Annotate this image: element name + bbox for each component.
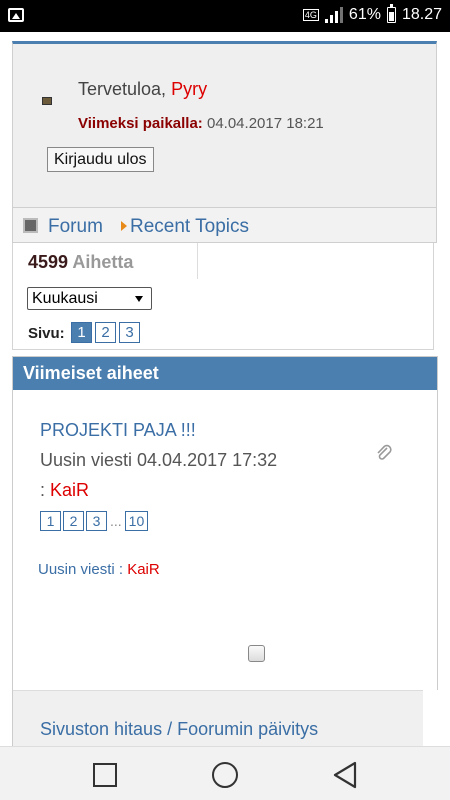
gallery-icon [8, 8, 24, 22]
greeting: Tervetuloa, Pyry [78, 79, 207, 100]
logout-button[interactable]: Kirjaudu ulos [47, 147, 154, 172]
divider [197, 243, 198, 279]
topics-stats: 4599 Aihetta Kuukausi Sivu: 1 2 3 [12, 243, 434, 350]
greeting-text: Tervetuloa, [78, 79, 167, 99]
period-select[interactable]: Kuukausi [27, 287, 152, 310]
system-navigation-bar [0, 746, 450, 800]
topic-author-line: : KaiR [40, 480, 89, 501]
triangle-left-outline-icon[interactable] [332, 761, 358, 789]
page-link-2[interactable]: 2 [95, 322, 116, 343]
page-link-3[interactable]: 3 [119, 322, 140, 343]
topic-page-link-1[interactable]: 1 [40, 511, 61, 531]
topic-pagination: 1 2 3 ... 10 [40, 511, 149, 531]
battery-percent: 61% [348, 6, 381, 23]
topic-author-prefix: : [40, 480, 46, 500]
breadcrumb: Forum Recent Topics [12, 207, 437, 243]
battery-icon [386, 4, 396, 23]
breadcrumb-recent-topics-link[interactable]: Recent Topics [130, 216, 249, 238]
battery-fill [388, 12, 394, 21]
page-label: Sivu: [28, 325, 65, 342]
topic-pagination-ellipsis: ... [110, 513, 122, 529]
topic-row: Sivuston hitaus / Foorumin päivitys [13, 690, 423, 746]
topic-author-link[interactable]: KaiR [50, 480, 89, 500]
select-checkbox[interactable] [248, 645, 265, 662]
topic-page-link-2[interactable]: 2 [63, 511, 84, 531]
breadcrumb-forum-link[interactable]: Forum [48, 216, 103, 238]
latest-topics-header: Viimeiset aiheet [13, 357, 437, 390]
latest-topics-panel: Viimeiset aiheet PROJEKTI PAJA !!! Uusin… [12, 356, 439, 746]
last-post-label: Uusin viesti : [38, 561, 124, 578]
last-post-line: Uusin viesti : KaiR [38, 561, 160, 578]
paperclip-icon [377, 444, 392, 460]
signal-icon [324, 7, 343, 23]
page-link-1[interactable]: 1 [71, 322, 92, 343]
status-bar-right: 4G 61% 18.27 [302, 4, 442, 24]
pagination: 1 2 3 [71, 322, 140, 343]
topic-title-link[interactable]: PROJEKTI PAJA !!! [40, 420, 196, 441]
topic-title-link-2[interactable]: Sivuston hitaus / Foorumin päivitys [40, 719, 318, 740]
topic-page-link-last[interactable]: 10 [124, 511, 149, 531]
last-visit-label: Viimeksi paikalla: [78, 115, 203, 132]
triangle-right-icon [121, 221, 127, 231]
square-outline-icon[interactable] [93, 763, 117, 787]
topic-count-value: 4599 [28, 252, 69, 272]
avatar[interactable] [42, 97, 52, 105]
topic-page-link-3[interactable]: 3 [86, 511, 107, 531]
circle-outline-icon[interactable] [212, 762, 238, 788]
network-type: 4G [302, 9, 319, 21]
square-icon [23, 218, 38, 233]
topic-count-unit: Aihetta [72, 252, 134, 272]
status-bar: 4G 61% 18.27 [0, 0, 450, 32]
topic-last-post: Uusin viesti 04.04.2017 17:32 [40, 450, 278, 470]
last-visit: Viimeksi paikalla: 04.04.2017 18:21 [78, 115, 324, 132]
panel-gutter [423, 690, 439, 746]
web-page: Tervetuloa, Pyry Viimeksi paikalla: 04.0… [0, 32, 450, 746]
clock: 18.27 [401, 6, 442, 23]
last-visit-value: 04.04.2017 18:21 [206, 115, 324, 132]
topic-count: 4599 Aihetta [28, 252, 133, 273]
username-link[interactable]: Pyry [171, 79, 207, 99]
last-post-author-link[interactable]: KaiR [127, 561, 160, 578]
